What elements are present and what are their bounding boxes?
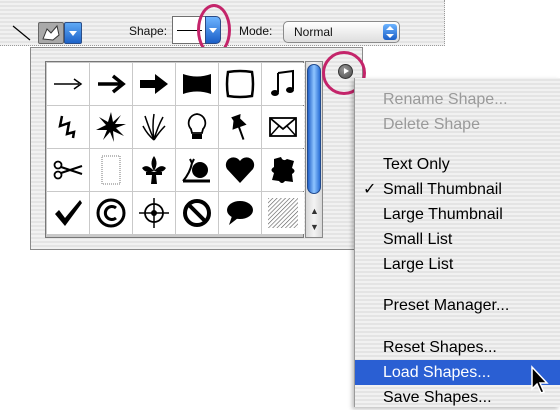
menu-item-label: Large Thumbnail — [383, 206, 503, 223]
menu-item-preset-manager[interactable]: Preset Manager... — [355, 293, 560, 318]
checkmark-icon: ✓ — [363, 181, 377, 198]
scrollbar-thumb[interactable] — [307, 64, 321, 194]
menu-item-large-thumbnail[interactable]: Large Thumbnail — [355, 202, 560, 227]
mode-select-value: Normal — [294, 25, 333, 39]
panel-flyout-menu: Rename Shape... Delete Shape Text Only ✓… — [354, 78, 560, 407]
menu-item-label: Delete Shape — [383, 116, 480, 133]
custom-shape-icon — [42, 24, 60, 41]
shape-envelope[interactable] — [262, 106, 304, 148]
menu-item-small-thumbnail[interactable]: ✓ Small Thumbnail — [355, 177, 560, 202]
shape-grid — [45, 61, 304, 238]
shape-speech-bubble[interactable] — [219, 192, 261, 234]
mode-select[interactable]: Normal — [283, 21, 400, 43]
menu-item-label: Small Thumbnail — [383, 181, 502, 198]
menu-item-label: Load Shapes... — [383, 364, 491, 381]
shape-grid-scrollbar[interactable]: ▲ ▼ — [305, 61, 323, 238]
menu-item-rename-shape: Rename Shape... — [355, 87, 560, 112]
shape-starburst[interactable] — [90, 106, 132, 148]
menu-item-small-list[interactable]: Small List — [355, 227, 560, 252]
shape-label: Shape: — [129, 24, 168, 38]
shape-bold-arrow[interactable] — [133, 63, 175, 105]
shape-scissors[interactable] — [47, 149, 89, 191]
shape-target[interactable] — [133, 192, 175, 234]
mode-label: Mode: — [239, 24, 273, 38]
shape-thin-arrow[interactable] — [47, 63, 89, 105]
menu-item-reset-shapes[interactable]: Reset Shapes... — [355, 335, 560, 360]
scroll-down-arrow-icon[interactable]: ▼ — [310, 222, 319, 232]
updown-arrows-icon — [383, 24, 397, 40]
menu-item-label: Preset Manager... — [383, 297, 510, 314]
shape-checkmark[interactable] — [47, 192, 89, 234]
menu-separator — [355, 325, 560, 326]
menu-item-label: Small List — [383, 231, 453, 248]
shape-arrow[interactable] — [90, 63, 132, 105]
shape-puzzle-piece[interactable] — [262, 149, 304, 191]
menu-separator — [355, 284, 560, 285]
shape-picker-panel: ▲ ▼ — [30, 47, 363, 250]
menu-item-delete-shape: Delete Shape — [355, 112, 560, 137]
shape-blank-card[interactable] — [90, 149, 132, 191]
shape-fleur-de-lis[interactable] — [133, 149, 175, 191]
menu-separator — [355, 146, 560, 147]
shape-heart[interactable] — [219, 149, 261, 191]
shape-banner[interactable] — [176, 63, 218, 105]
line-tool-icon — [12, 25, 31, 41]
menu-item-label: Rename Shape... — [383, 91, 508, 108]
shape-diagonal-pattern[interactable] — [262, 192, 304, 234]
shape-frame[interactable] — [219, 63, 261, 105]
shape-pushpin[interactable] — [219, 106, 261, 148]
menu-item-label: Save Shapes... — [383, 389, 492, 406]
shape-lightning[interactable] — [47, 106, 89, 148]
shape-music-note[interactable] — [262, 63, 304, 105]
menu-item-label: Reset Shapes... — [383, 339, 497, 356]
menu-item-label: Large List — [383, 256, 454, 273]
shape-lightbulb[interactable] — [176, 106, 218, 148]
menu-item-label: Text Only — [383, 156, 450, 173]
line-tool-button[interactable] — [8, 22, 34, 44]
tool-options-dropdown-button[interactable] — [64, 22, 82, 44]
shape-grass[interactable] — [133, 106, 175, 148]
mouse-pointer-icon — [531, 365, 549, 394]
shape-no-symbol[interactable] — [176, 192, 218, 234]
shape-copyright[interactable] — [90, 192, 132, 234]
shape-snail[interactable] — [176, 149, 218, 191]
scroll-up-arrow-icon[interactable]: ▲ — [310, 206, 319, 216]
menu-item-large-list[interactable]: Large List — [355, 252, 560, 277]
custom-shape-tool-button[interactable] — [38, 22, 64, 44]
menu-item-text-only[interactable]: Text Only — [355, 152, 560, 177]
chevron-down-icon — [69, 31, 77, 36]
